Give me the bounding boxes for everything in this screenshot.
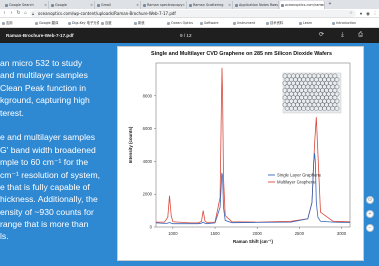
tab-close-icon[interactable]: × [136,1,139,9]
y-tick-label: 8000 [143,93,153,98]
tab-label: Google [55,3,67,7]
y-axis-label: Intensity (counts) [128,126,133,163]
bookmark-star-icon[interactable]: ☆ [349,10,353,17]
x-tick-label: 1000 [168,231,178,236]
x-tick-label: 2000 [253,231,263,236]
pdf-page: an micro 532 to study and multilayer samp… [0,43,379,266]
bookmark-item[interactable]: 应用 [2,19,33,28]
tab-close-icon[interactable]: × [320,1,323,9]
tab-label: Application Notes Raman [239,3,279,7]
tab-strip: Google Search × Google × Gmail × Raman spectro… [0,0,379,9]
bookmark-item[interactable]: Software [200,19,231,28]
body-text-line: and multilayer samples [0,70,88,81]
tab-close-icon[interactable]: × [228,1,231,9]
graphene-lattice-inset [282,72,342,114]
body-text-line: terest. [0,107,24,118]
x-tick-label: 3000 [337,231,347,236]
lock-icon: 🔒︎ [32,11,35,16]
raman-spectrum-figure: Single and Multilayer CVD Graphene on 28… [117,46,364,261]
tab-close-icon[interactable]: × [274,1,277,9]
bookmark-item[interactable]: Instrument [233,19,264,28]
body-text-line: kground, capturing high [0,95,90,106]
y-tick-label: 6000 [143,126,153,131]
y-tick-label: 0 [150,225,153,230]
x-tick-label: 1500 [210,231,220,236]
bookmark-item[interactable]: 百度 [101,19,132,28]
body-text-line: Clean Peak function in [0,82,86,93]
extension-icon[interactable]: ● [358,9,364,18]
body-text-line: an micro 532 to study [0,58,83,68]
address-bar-row: ‹ › ↻ ⌂ 🔒︎ oceanoptics.com/wp-content/up… [0,9,379,18]
bookmark-item[interactable]: Learn [299,19,330,28]
body-text-line: ls. [0,231,9,242]
page-indicator: 9 / 12 [180,33,192,38]
tab-label: Raman spectroscopy [147,3,183,7]
zoom-reset-icon[interactable]: ⊙ [366,196,374,204]
bookmark-item[interactable]: Ocean Optics [167,19,198,28]
page-body-text: an micro 532 to study and multilayer samp… [0,57,118,243]
series-line [155,153,351,225]
bookmark-item[interactable]: Digi-Key 电子元件 [68,19,99,28]
browser-tab[interactable]: Gmail × [96,1,141,9]
forward-icon[interactable]: › [8,9,15,18]
raman-spectrum-chart: 0 2000 4000 6000 8000 1000 1500 2000 2500 3000 Ram… [128,62,351,244]
url-input[interactable]: 🔒︎ oceanoptics.com/wp-content/uploads/Ra… [30,10,356,17]
tab-label: Gmail [101,3,111,7]
reload-icon[interactable]: ↻ [15,9,22,18]
profile-icon[interactable]: ◉ [365,9,371,18]
body-text-line [0,119,118,131]
bookmark-item[interactable]: Google 翻译 [35,19,66,28]
zoom-out-icon[interactable]: − [366,224,374,232]
body-text-line: mple to 60 cm⁻¹ for the [0,157,89,168]
browser-tab[interactable]: Google × [50,1,95,9]
body-text-line: e and multilayer samples [0,132,96,143]
legend-label: Multilayer Graphene [277,180,316,185]
pdf-viewer-toolbar: Raman-Brochure-Web-7-17.pdf 9 / 12 ⟳ ⤓ ⎙ [0,28,379,43]
tab-label: Google Search [9,3,34,7]
tab-close-icon[interactable]: × [90,1,93,9]
y-tick-label: 4000 [143,159,153,164]
body-text-line: cm⁻¹ resolution of system, [0,169,101,180]
y-tick-label: 2000 [143,192,153,197]
browser-tab[interactable]: Application Notes Raman × [234,1,279,9]
tab-close-icon[interactable]: × [44,1,47,9]
new-tab-icon[interactable]: + [326,0,334,9]
body-text-line: ensity of ~930 counts for [0,206,94,217]
rotate-icon[interactable]: ⟳ [317,28,326,43]
print-icon[interactable]: ⎙ [356,28,365,43]
zoom-in-icon[interactable]: + [366,210,374,218]
bookmark-item[interactable]: 新浪 [134,19,165,28]
bookmarks-bar: 应用 Google 翻译 Digi-Key 电子元件 百度 新浪 Ocean Optics… [0,19,379,28]
body-text-line: hickness. Additionally, the [0,194,98,205]
bookmark-item[interactable]: 技术资料 [266,19,297,28]
download-icon[interactable]: ⤓ [338,28,347,43]
browser-tab[interactable]: Raman Scattering × [188,1,233,9]
document-title: Raman-Brochure-Web-7-17.pdf [6,33,74,38]
body-text-line: range that is more than [0,219,89,230]
menu-icon[interactable]: ⋮ [372,9,378,18]
back-icon[interactable]: ‹ [1,9,8,18]
tab-label: oceanoptics.com/raman [285,3,325,7]
browser-tab[interactable]: Raman spectroscopy × [142,1,187,9]
legend-label: Single Layer Graphene [277,173,322,178]
tab-label: Raman Scattering [193,3,224,7]
browser-tab[interactable]: Google Search × [4,1,49,9]
x-axis-label: Raman Shift (cm⁻¹) [233,239,273,244]
bookmark-item[interactable]: Introduction [332,19,363,28]
home-icon[interactable]: ⌂ [22,9,29,18]
browser-tab[interactable]: oceanoptics.com/raman × [280,1,325,9]
body-text-line: e that is fully capable of [0,181,90,192]
x-tick-label: 2500 [295,231,305,236]
body-text-line: G' band width broadened [0,144,96,155]
tab-close-icon[interactable]: × [182,1,185,9]
url-text: oceanoptics.com/wp-content/uploads/Raman… [38,11,176,16]
